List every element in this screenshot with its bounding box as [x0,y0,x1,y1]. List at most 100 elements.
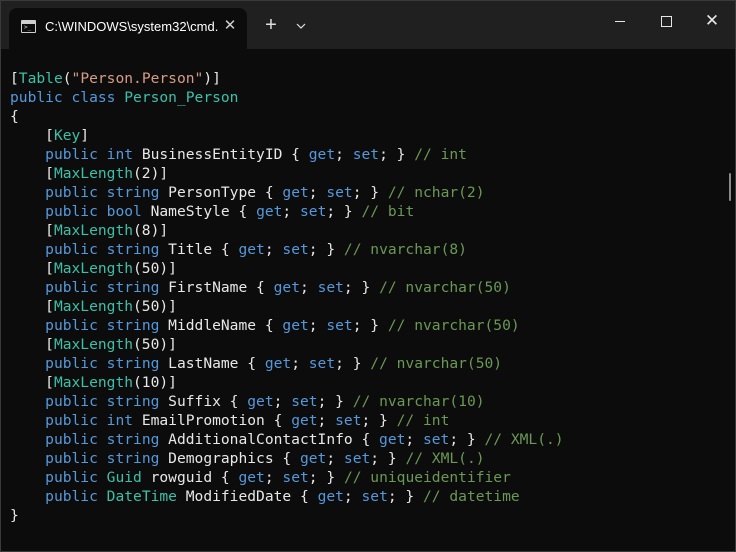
code-line: public string Demographics { get; set; }… [10,449,564,468]
code-token: ; } [361,412,397,429]
code-token: string [106,184,160,201]
terminal-window: >_ C:\WINDOWS\system32\cmd. ✕ + ✕ [Table… [0,0,736,552]
code-token: ( [62,70,72,87]
code-token: public [45,355,98,372]
code-token: // nvarchar(50) [387,317,520,334]
code-token: // XML(.) [405,450,485,467]
code-token: get [299,450,327,467]
code-token: set [308,355,336,372]
code-line: public string Suffix { get; set; } // nv… [10,392,564,411]
code-line: [MaxLength(50)] [10,297,564,316]
terminal-content[interactable]: [Table("Person.Person")] public class Per… [1,49,711,543]
code-token: ; } [335,355,371,372]
code-token: ; } [352,317,388,334]
maximize-icon [661,16,672,27]
code-token: Table [18,70,63,87]
code-token: ; } [343,279,380,296]
code-token: set [326,317,353,334]
scrollbar-thumb[interactable] [729,173,731,201]
code-line: public bool NameStyle { get; set; } // b… [10,202,564,221]
code-line: public string PersonType { get; set; } /… [10,183,564,202]
tab-cmd[interactable]: >_ C:\WINDOWS\system32\cmd. ✕ [9,8,247,49]
close-icon[interactable]: ✕ [221,17,239,35]
code-token: DateTime [106,488,177,505]
code-token: ] [80,127,90,144]
code-token: // nvarchar(50) [379,279,511,296]
code-token: [ [10,127,54,144]
code-token: EmailPromotion { [133,412,292,429]
code-token: public [45,241,98,258]
minimize-button[interactable] [597,1,643,41]
code-token: (2)] [133,165,169,182]
code-token: ; [317,412,336,429]
code-token: ; [308,317,327,334]
code-token: string [106,450,160,467]
code-token: MaxLength [53,298,134,315]
code-token: [ [10,336,54,353]
code-token: "Person.Person" [71,70,204,87]
code-token: Person_Person [124,89,239,106]
code-line: { [10,107,564,126]
code-token: BusinessEntityID { [133,146,309,163]
code-token: bool [106,203,142,220]
code-token: ; [308,184,327,201]
code-token: get [247,393,274,410]
code-line: [MaxLength(50)] [10,335,564,354]
code-token: public [45,184,98,201]
code-token: ; [282,203,300,220]
code-token: NameStyle { [141,203,257,220]
code-token: Suffix { [159,393,248,410]
code-token: get [308,146,336,163]
chevron-down-icon[interactable] [291,14,311,38]
code-token: int [106,412,134,429]
code-token: public [45,488,98,505]
code-token: public [45,393,98,410]
code-token: string [106,355,160,372]
code-token: [ [10,222,54,239]
code-token: ; } [352,184,388,201]
code-token: ; [335,146,353,163]
code-token: // XML(.) [484,431,564,448]
code-token: set [326,184,353,201]
code-token: // nvarchar(50) [370,355,503,372]
code-token: ; [273,393,292,410]
code-token: set [343,450,371,467]
code-token: string [106,317,160,334]
plus-icon[interactable]: + [259,14,283,38]
code-token: ; [264,241,283,258]
code-token: string [106,393,160,410]
code-token: string [106,241,160,258]
code-token: (8)] [133,222,169,239]
close-window-button[interactable]: ✕ [689,1,735,41]
code-token: set [282,241,309,258]
code-token: ; } [326,203,362,220]
code-token: // uniqueidentifier [343,469,511,486]
scrollbar[interactable] [717,49,735,543]
code-token: // int [396,412,450,429]
code-token: [ [10,260,54,277]
code-token: string [106,431,160,448]
code-token: set [422,431,450,448]
code-token: public [45,317,98,334]
code-token: ; [264,469,283,486]
code-line: [MaxLength(2)] [10,164,564,183]
code-token: set [361,488,388,505]
code-token: public [45,431,98,448]
code-token: get [273,279,300,296]
code-token: get [379,431,406,448]
code-line: [Table("Person.Person")] [10,69,564,88]
maximize-button[interactable] [643,1,689,41]
code-token: get [256,203,283,220]
code-token: set [317,279,344,296]
code-token: set [352,146,380,163]
code-token: MaxLength [53,374,134,391]
code-token: get [238,469,265,486]
